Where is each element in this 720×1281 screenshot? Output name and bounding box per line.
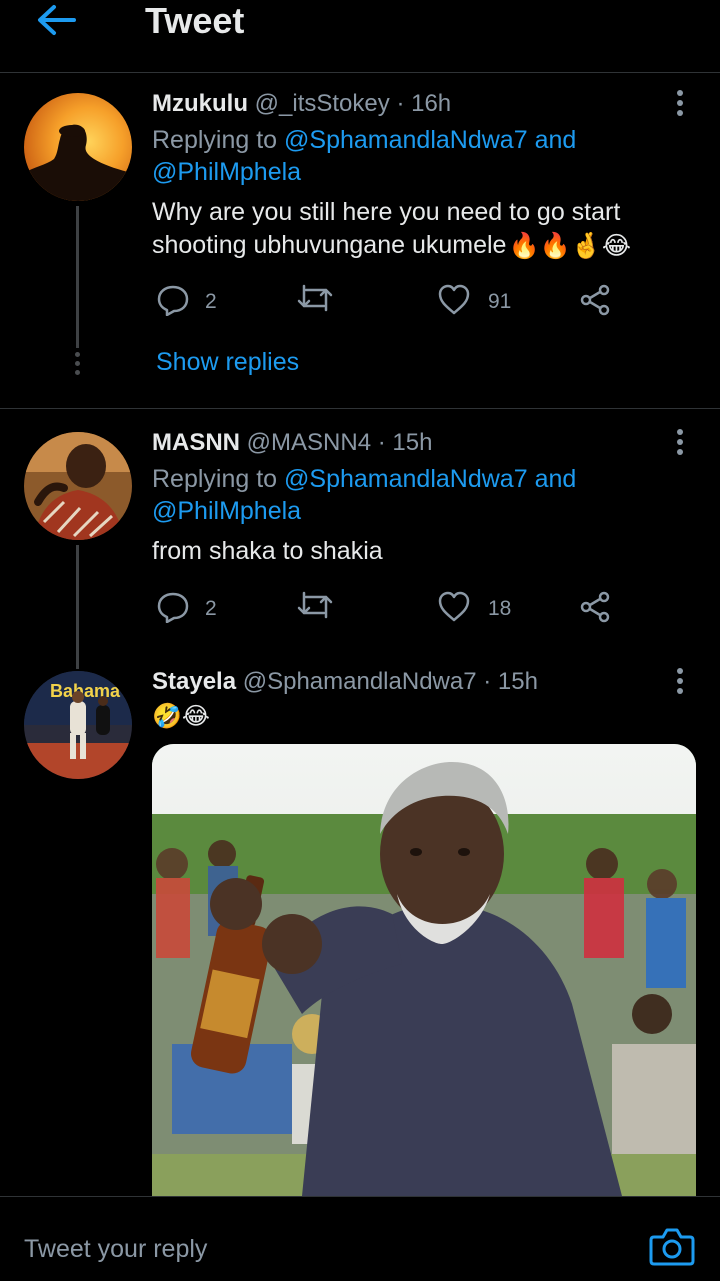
retweet-icon [297, 284, 333, 312]
photo-old-man-icon [152, 744, 696, 1196]
tweet-meta: MASNN @MASNN4 · 15h [152, 429, 433, 456]
tweet-meta: Stayela @SphamandlaNdwa7 · 15h [152, 668, 538, 695]
retweet-button[interactable] [296, 284, 334, 316]
tweet-media-image[interactable] [152, 744, 696, 1196]
timestamp[interactable]: 15h [498, 668, 538, 695]
display-name[interactable]: Stayela [152, 668, 236, 695]
thread-dot [75, 370, 80, 375]
reply-button[interactable] [156, 591, 190, 623]
mention-link[interactable]: @PhilMphela [152, 158, 301, 186]
top-bar: Tweet [0, 0, 720, 73]
avatar-text: Bahama [50, 681, 121, 701]
user-handle[interactable]: @SphamandlaNdwa7 [243, 668, 477, 695]
more-vertical-icon [677, 668, 683, 694]
tweet-meta: Mzukulu @_itsStokey · 16h [152, 90, 452, 117]
more-options-button[interactable] [668, 666, 692, 696]
timestamp[interactable]: 15h [392, 429, 432, 456]
display-name[interactable]: MASNN [152, 429, 240, 456]
more-vertical-icon [677, 90, 683, 116]
more-options-button[interactable] [668, 88, 692, 118]
arrow-left-icon [38, 5, 76, 35]
comment-icon [157, 592, 189, 623]
display-name[interactable]: Mzukulu [152, 90, 248, 117]
reply-count: 2 [205, 290, 217, 313]
like-button[interactable] [437, 284, 471, 316]
camera-icon [649, 1228, 695, 1266]
heart-icon [438, 591, 470, 622]
retweet-button[interactable] [296, 591, 334, 623]
emoji: 🔥🔥🤞😂 [508, 231, 632, 260]
show-replies-link[interactable]: Show replies [156, 348, 299, 377]
heart-icon [438, 284, 470, 315]
tweet-text: 🤣😂 [152, 703, 210, 730]
back-button[interactable] [34, 2, 78, 38]
thread-dot [75, 361, 80, 366]
share-icon [580, 591, 610, 623]
tweet-text: from shaka to shakia [152, 537, 383, 565]
more-vertical-icon [677, 429, 683, 455]
more-options-button[interactable] [668, 427, 692, 457]
avatar[interactable] [24, 93, 132, 201]
page-title: Tweet [145, 0, 245, 41]
mention-link[interactable]: @PhilMphela [152, 497, 301, 525]
replying-to: Replying to @SphamandlaNdwa7 and @PhilMp… [152, 126, 577, 186]
timestamp[interactable]: 16h [411, 90, 451, 117]
like-count: 91 [488, 290, 512, 313]
share-icon [580, 284, 610, 316]
user-handle[interactable]: @MASNN4 [247, 429, 371, 456]
reply-input[interactable]: Tweet your reply [24, 1235, 207, 1264]
like-button[interactable] [437, 591, 471, 623]
thread-line [76, 545, 79, 669]
user-handle[interactable]: @_itsStokey [255, 90, 390, 117]
comment-icon [157, 285, 189, 316]
mention-link[interactable]: @SphamandlaNdwa7 [284, 465, 528, 493]
like-count: 18 [488, 597, 512, 620]
reply-tweet[interactable]: MASNN @MASNN4 · 15h Replying to @Sphaman… [0, 409, 720, 669]
mention-link[interactable]: @SphamandlaNdwa7 [284, 126, 528, 154]
add-photo-button[interactable] [648, 1225, 696, 1267]
reply-tweet[interactable]: Mzukulu @_itsStokey · 16h Replying to @S… [0, 72, 720, 408]
avatar[interactable]: Bahama [24, 671, 132, 779]
thread-line [76, 206, 79, 348]
reply-composer: Tweet your reply [0, 1196, 720, 1281]
replying-to: Replying to @SphamandlaNdwa7 and @PhilMp… [152, 465, 577, 525]
tweet-text: Why are you still here you need to go st… [152, 196, 631, 263]
share-button[interactable] [578, 284, 612, 316]
thread-dot [75, 352, 80, 357]
share-button[interactable] [578, 591, 612, 623]
retweet-icon [297, 591, 333, 619]
avatar[interactable] [24, 432, 132, 540]
reply-count: 2 [205, 597, 217, 620]
reply-button[interactable] [156, 284, 190, 316]
